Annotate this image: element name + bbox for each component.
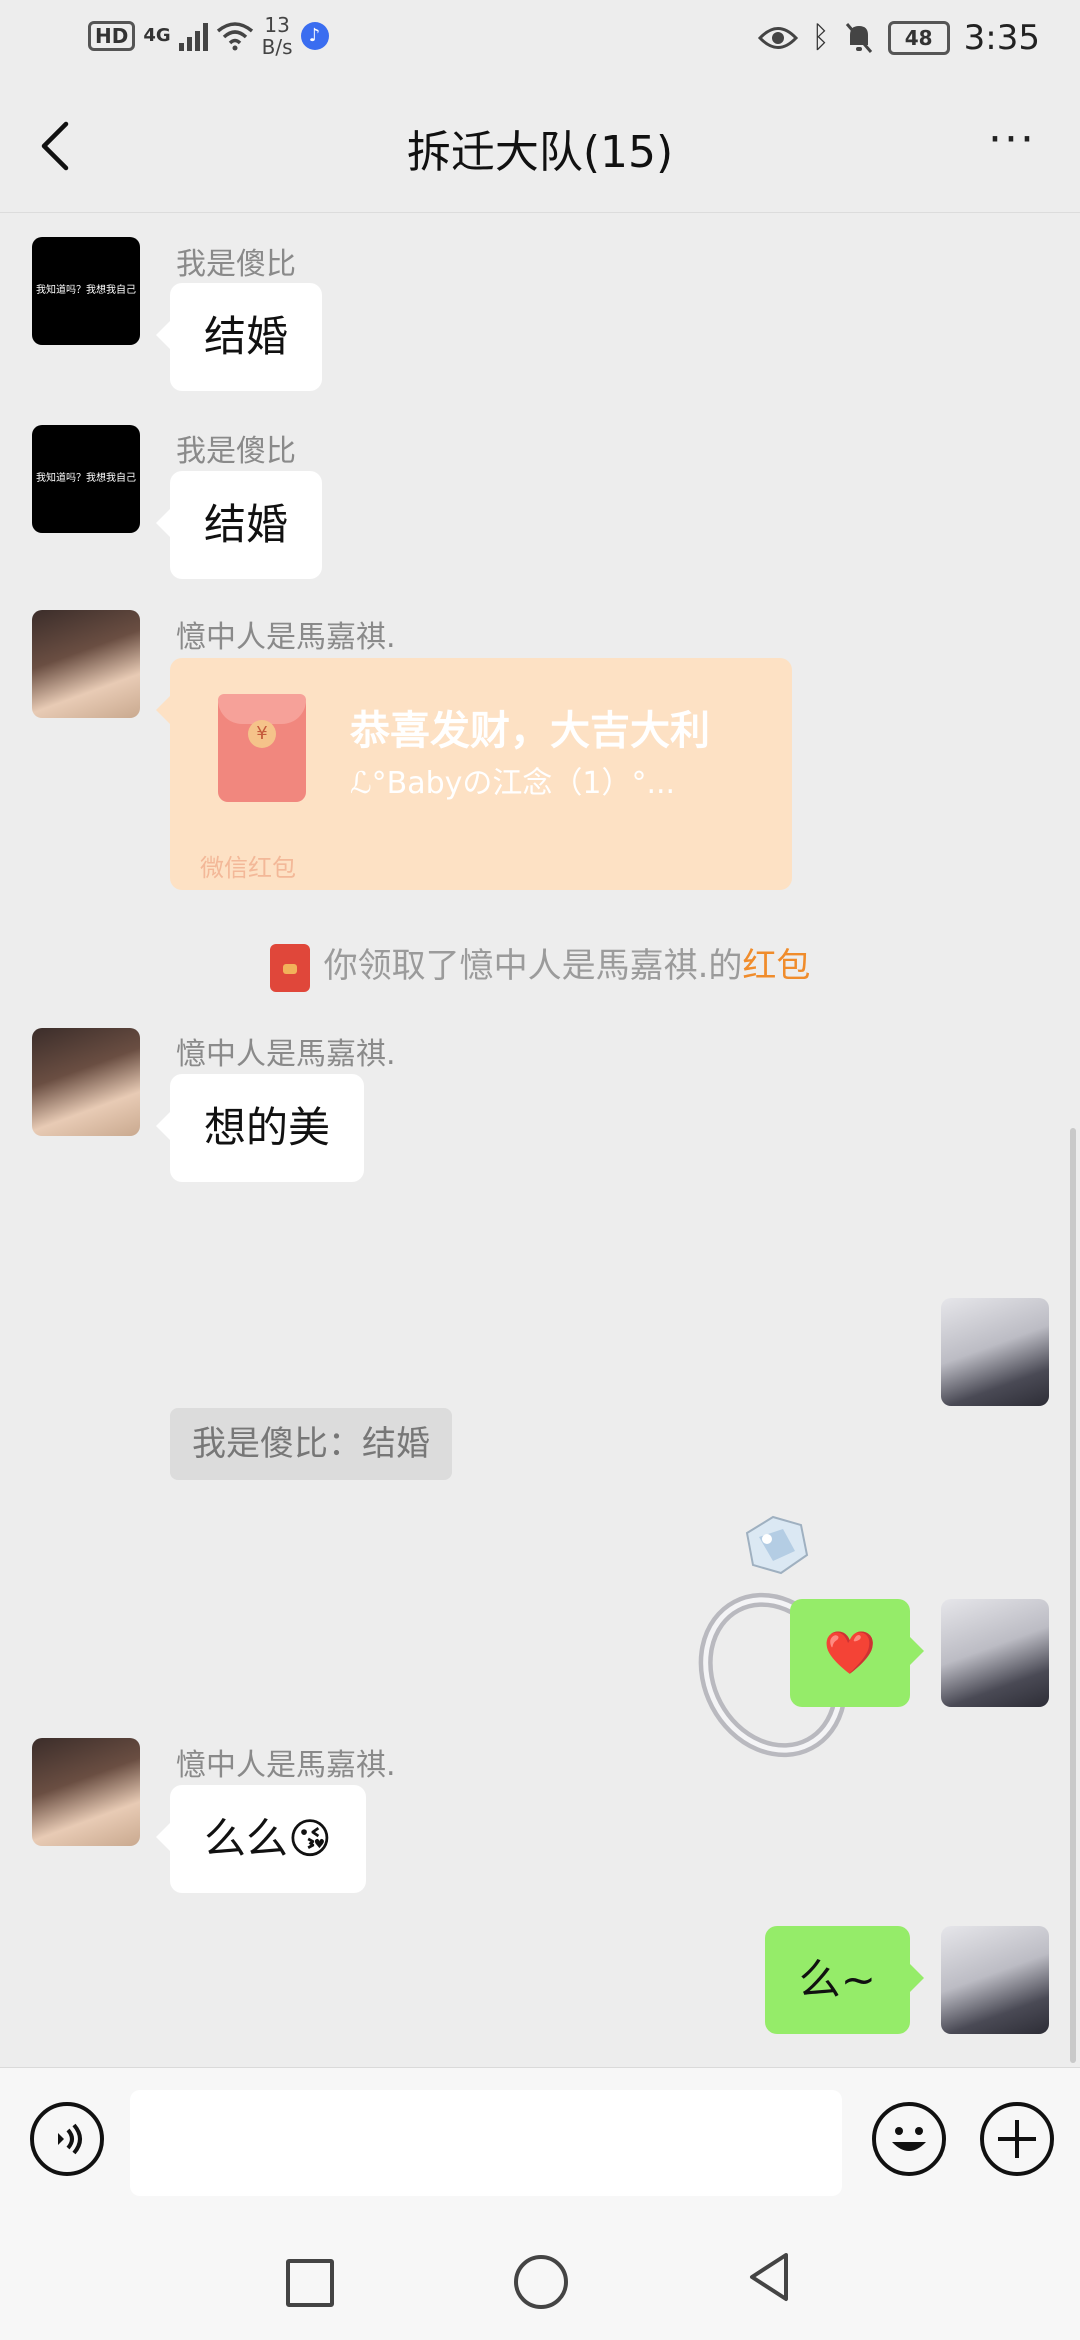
sender-name: 憶中人是馬嘉祺. [176,620,396,655]
red-envelope-icon [269,943,310,992]
network-type: 4G [143,25,171,46]
status-right: ᛒ 48 3:35 [757,18,1040,58]
clock: 3:35 [963,18,1040,58]
yuan-symbol: ¥ [248,720,276,748]
signal-icon [178,21,208,51]
avatar[interactable]: 我知道吗？我想我自己 [32,237,140,345]
message-bubble[interactable]: ❤️ [789,1599,925,1707]
avatar-caption: 我知道吗？我想我自己 [36,285,136,296]
message-bubble[interactable]: 么么😘 [156,1785,366,1893]
plus-icon[interactable] [980,2102,1054,2176]
red-packet-icon: ¥ [218,694,306,802]
recent-apps-icon[interactable] [286,2259,334,2307]
avatar[interactable] [32,1028,140,1136]
chat-header: 拆迁大队(15) ··· [0,80,1080,213]
home-icon[interactable] [514,2255,568,2309]
scrollbar[interactable] [1070,1128,1076,2063]
network-speed: 13 B/s [262,14,293,58]
avatar[interactable] [32,1738,140,1846]
eye-icon [757,27,798,49]
red-packet-subtitle: ℒ°Babyの江念（1）°... [350,766,676,801]
red-packet-footer: 微信红包 [200,854,296,882]
message-bubble[interactable]: 么~ [764,1926,925,2034]
quoted-message[interactable]: 我是傻比：结婚 [170,1408,452,1480]
wifi-icon [216,22,253,51]
input-bar [0,2067,1080,2211]
chat-title[interactable]: 拆迁大队(15) [0,116,1080,180]
sender-name: 憶中人是馬嘉祺. [176,1037,396,1072]
speed-unit: B/s [261,35,293,59]
red-packet-link[interactable]: 红包 [742,946,810,986]
system-text: 你领取了憶中人是馬嘉祺.的 [323,946,743,986]
smiley-glyph-icon [892,2127,926,2151]
emoji-icon[interactable] [872,2102,946,2176]
message-bubble[interactable]: 结婚 [155,471,323,579]
system-navigation-bar [0,2211,1080,2340]
avatar[interactable]: 我知道吗？我想我自己 [32,425,140,533]
red-packet-card[interactable]: ¥ 恭喜发财，大吉大利 ℒ°Babyの江念（1）°... 微信红包 [156,658,792,890]
avatar[interactable] [32,610,140,718]
music-icon: ♪ [300,22,329,50]
bluetooth-icon: ᛒ [811,20,830,55]
voice-icon[interactable] [30,2102,104,2176]
speed-value: 13 [264,13,290,37]
more-options-icon[interactable]: ··· [988,118,1036,162]
message-bubble[interactable]: 结婚 [155,283,323,391]
sender-name: 我是傻比 [176,434,296,469]
red-packet-title: 恭喜发财，大吉大利 [350,708,710,754]
avatar[interactable] [941,1599,1049,1707]
avatar[interactable] [941,1926,1049,2034]
sender-name: 憶中人是馬嘉祺. [176,1748,396,1783]
avatar[interactable] [941,1298,1049,1406]
status-bar: HD 4G 13 B/s ♪ ᛒ 48 3:35 [0,0,1080,80]
avatar-caption: 我知道吗？我想我自己 [36,473,136,484]
message-list[interactable]: 我知道吗？我想我自己 我是傻比 结婚 我知道吗？我想我自己 我是傻比 结婚 憶中… [0,213,1080,2066]
bell-muted-icon [845,23,872,53]
plus-glyph-icon [998,2120,1036,2158]
system-message: 你领取了憶中人是馬嘉祺.的红包 [0,938,1080,992]
status-left: HD 4G 13 B/s ♪ [88,14,329,58]
hd-badge: HD [88,21,136,51]
battery-icon: 48 [887,21,950,55]
sender-name: 我是傻比 [176,247,296,282]
message-input[interactable] [130,2090,842,2196]
voice-glyph-icon [58,2123,82,2155]
message-bubble[interactable]: 想的美 [155,1074,365,1182]
back-triangle-icon[interactable] [746,2251,790,2303]
